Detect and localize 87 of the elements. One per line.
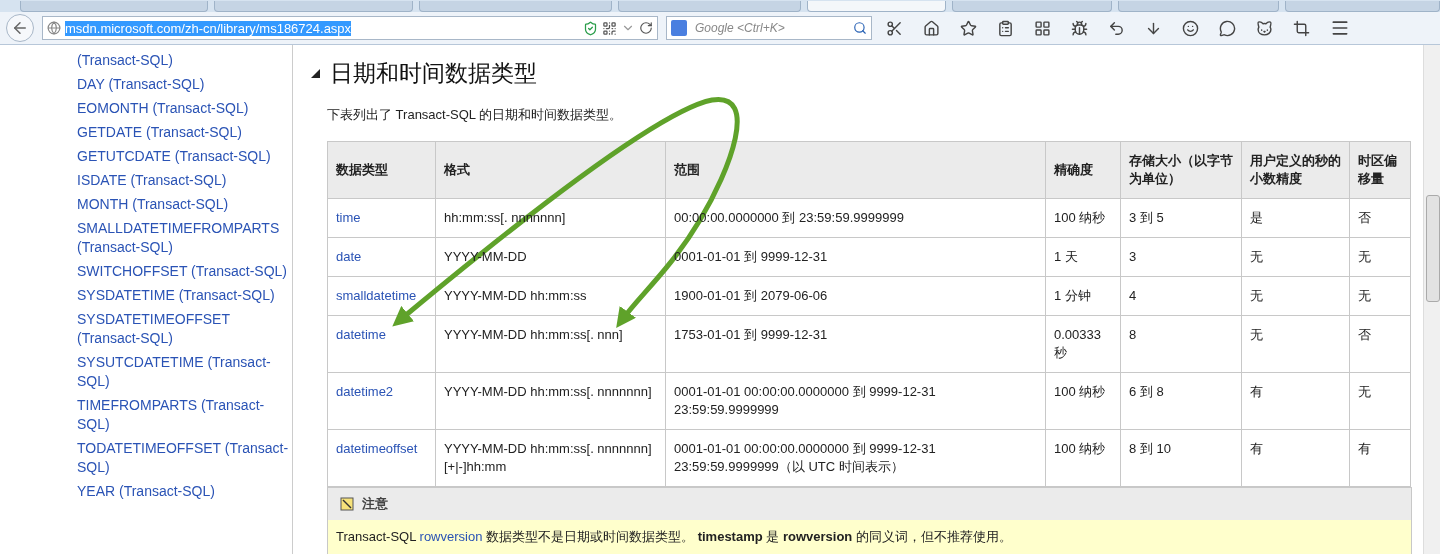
- column-header: 数据类型: [327, 141, 436, 199]
- undo-icon: [1108, 19, 1125, 37]
- table-cell: 无: [1241, 315, 1350, 373]
- table-cell: 无: [1349, 237, 1411, 277]
- table-cell: 是: [1241, 198, 1350, 238]
- table-cell: 0001-01-01 00:00:00.0000000 到 9999-12-31 23:59:59.9999999（以 UTC 时间表示）: [665, 429, 1046, 487]
- qr-code-icon[interactable]: [602, 20, 617, 36]
- reload-icon[interactable]: [639, 21, 653, 35]
- column-header: 范围: [665, 141, 1046, 199]
- sidebar-link[interactable]: TODATETIMEOFFSET (Transact-SQL): [77, 439, 289, 477]
- note-text: Transact-SQL rowversion 数据类型不是日期或时间数据类型。 timestamp 是 rowversion 的同义词，但不推荐使用。: [336, 529, 1013, 545]
- back-button[interactable]: [6, 14, 34, 42]
- column-header: 用户定义的秒的小数精度: [1241, 141, 1350, 199]
- home-icon: [923, 19, 940, 37]
- table-cell: YYYY-MM-DD hh:mm:ss[. nnnnnnn] [+|-]hh:mm: [435, 429, 666, 487]
- table-cell: 1900-01-01 到 2079-06-06: [665, 276, 1046, 316]
- sidebar-link[interactable]: DAY (Transact-SQL): [77, 75, 289, 94]
- sidebar-link[interactable]: SYSDATETIMEOFFSET (Transact-SQL): [77, 310, 289, 348]
- intro-text: 下表列出了 Transact-SQL 的日期和时间数据类型。: [327, 107, 624, 123]
- table-cell: 否: [1349, 315, 1411, 373]
- sidebar-link[interactable]: EOMONTH (Transact-SQL): [77, 99, 289, 118]
- sidebar-link[interactable]: SYSUTCDATETIME (Transact-SQL): [77, 353, 289, 391]
- table-cell: 0.00333 秒: [1045, 315, 1121, 373]
- search-field[interactable]: Google <Ctrl+K>: [666, 16, 872, 40]
- table-cell: 否: [1349, 198, 1411, 238]
- sidebar-link[interactable]: (Transact-SQL): [77, 51, 289, 70]
- sidebar-link[interactable]: YEAR (Transact-SQL): [77, 482, 289, 501]
- sidebar-link[interactable]: ISDATE (Transact-SQL): [77, 171, 289, 190]
- table-cell: 有: [1349, 429, 1411, 487]
- column-header: 存储大小（以字节为单位）: [1120, 141, 1242, 199]
- sidebar-link[interactable]: SMALLDATETIMEFROMPARTS (Transact-SQL): [77, 219, 289, 257]
- collapse-triangle-icon[interactable]: [311, 68, 320, 78]
- sidebar-link[interactable]: GETDATE (Transact-SQL): [77, 123, 289, 142]
- table-cell: 无: [1349, 372, 1411, 430]
- column-header: 时区偏移量: [1349, 141, 1411, 199]
- type-link[interactable]: datetimeoffset: [336, 441, 418, 456]
- scrollbar-thumb[interactable]: [1426, 195, 1440, 302]
- table-cell: 0001-01-01 00:00:00.0000000 到 9999-12-31 23:59:59.9999999: [665, 372, 1046, 430]
- table-cell: 8: [1120, 315, 1242, 373]
- table-cell: 6 到 8: [1120, 372, 1242, 430]
- sidebar-link[interactable]: SWITCHOFFSET (Transact-SQL): [77, 262, 289, 281]
- sidebar-link[interactable]: SYSDATETIME (Transact-SQL): [77, 286, 289, 305]
- table-cell: 无: [1241, 237, 1350, 277]
- globe-icon: [47, 21, 61, 35]
- cat-icon: [1256, 19, 1273, 37]
- smiley-icon: [1182, 19, 1199, 37]
- table-cell: 有: [1241, 429, 1350, 487]
- table-cell: YYYY-MM-DD hh:mm:ss[. nnn]: [435, 315, 666, 373]
- table-cell: 1 分钟: [1045, 276, 1121, 316]
- sidebar-link[interactable]: TIMEFROMPARTS (Transact-SQL): [77, 396, 289, 434]
- scissors-icon: [886, 19, 903, 37]
- table-cell: 1753-01-01 到 9999-12-31: [665, 315, 1046, 373]
- table-cell: 1 天: [1045, 237, 1121, 277]
- clipboard-icon: [997, 19, 1014, 37]
- table-cell: 100 纳秒: [1045, 198, 1121, 238]
- menu-icon: [1330, 18, 1350, 38]
- type-link[interactable]: date: [336, 249, 362, 264]
- column-header: 精确度: [1045, 141, 1121, 199]
- chat-bubble-icon: [1219, 19, 1236, 37]
- star-icon: [960, 19, 977, 37]
- scrollbar[interactable]: [1423, 45, 1440, 554]
- table-cell: YYYY-MM-DD hh:mm:ss: [435, 276, 666, 316]
- crop-icon: [1293, 19, 1310, 37]
- rowversion-link[interactable]: rowversion: [419, 529, 483, 544]
- grid-icon: [1034, 19, 1051, 37]
- table-cell: 无: [1241, 276, 1350, 316]
- table-cell: 3: [1120, 237, 1242, 277]
- note-title: 注意: [362, 495, 388, 513]
- type-link[interactable]: datetime: [336, 327, 386, 342]
- section-title: 日期和时间数据类型: [330, 59, 537, 87]
- note-icon: [340, 497, 354, 511]
- search-icon[interactable]: [853, 21, 867, 35]
- table-cell: 有: [1241, 372, 1350, 430]
- table-cell: 3 到 5: [1120, 198, 1242, 238]
- type-link[interactable]: time: [336, 210, 361, 225]
- shield-icon[interactable]: [583, 20, 598, 36]
- table-cell: YYYY-MM-DD hh:mm:ss[. nnnnnnn]: [435, 372, 666, 430]
- bug-icon: [1071, 19, 1088, 37]
- table-cell: 8 到 10: [1120, 429, 1242, 487]
- table-cell: 无: [1349, 276, 1411, 316]
- table-cell: 4: [1120, 276, 1242, 316]
- type-link[interactable]: datetime2: [336, 384, 394, 399]
- table-cell: 100 纳秒: [1045, 372, 1121, 430]
- sidebar-link[interactable]: MONTH (Transact-SQL): [77, 195, 289, 214]
- column-header: 格式: [435, 141, 666, 199]
- table-cell: 100 纳秒: [1045, 429, 1121, 487]
- sidebar-link[interactable]: GETUTCDATE (Transact-SQL): [77, 147, 289, 166]
